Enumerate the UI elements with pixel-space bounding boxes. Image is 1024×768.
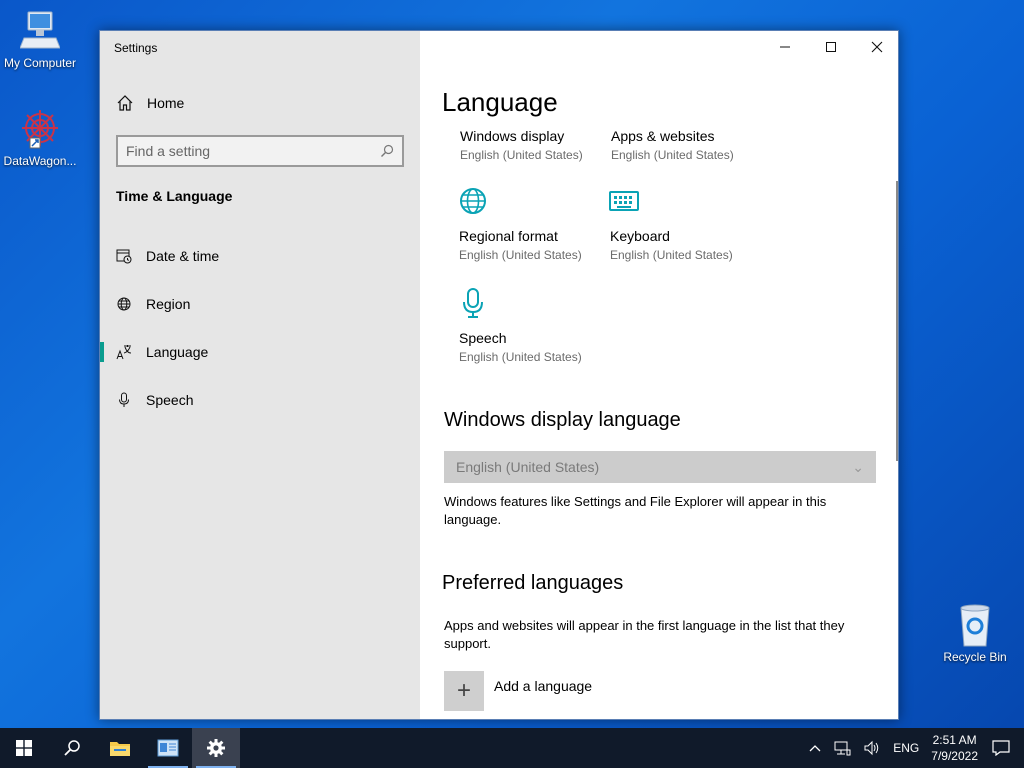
display-language-dropdown[interactable]: English (United States) ⌄: [444, 451, 876, 483]
tile-speech[interactable]: Speech English (United States): [459, 287, 609, 364]
sidebar-item-speech[interactable]: Speech: [100, 382, 420, 418]
taskbar-settings[interactable]: [192, 728, 240, 768]
taskbar-app[interactable]: [144, 728, 192, 768]
chevron-down-icon: ⌄: [852, 458, 864, 475]
network-button[interactable]: [827, 728, 857, 768]
sidebar-item-date-time[interactable]: Date & time: [100, 238, 420, 274]
home-icon: [117, 95, 133, 111]
clock[interactable]: 2:51 AM 7/9/2022: [925, 728, 984, 768]
tile-subtitle: English (United States): [459, 350, 582, 364]
desktop-icon-recycle-bin[interactable]: Recycle Bin: [935, 602, 1015, 664]
settings-window: Settings Home Find a setting Time & Lang…: [99, 30, 899, 720]
preferred-languages-heading: Preferred languages: [442, 572, 624, 594]
sidebar-item-label: Date & time: [146, 248, 220, 264]
search-button[interactable]: [48, 728, 96, 768]
tile-title: Speech: [459, 330, 507, 346]
close-button[interactable]: [854, 31, 898, 63]
microphone-icon: [116, 392, 132, 408]
clock-date: 7/9/2022: [931, 749, 978, 763]
sidebar-item-label: Region: [146, 296, 191, 312]
tile-subtitle: English (United States): [611, 148, 734, 162]
gear-icon: [207, 739, 225, 757]
caption-buttons: [762, 31, 898, 63]
microphone-icon: [463, 288, 483, 318]
dropdown-value: English (United States): [456, 459, 600, 475]
search-icon: [381, 144, 394, 157]
minimize-icon: [780, 46, 790, 48]
plus-icon: +: [444, 671, 484, 711]
display-language-description: Windows features like Settings and File …: [444, 494, 827, 527]
nav-home-label: Home: [147, 95, 185, 111]
clock-time: 2:51 AM: [932, 733, 977, 747]
tile-windows-display[interactable]: Windows display English (United States): [460, 128, 610, 162]
notification-icon: [992, 740, 1010, 756]
tile-subtitle: English (United States): [610, 248, 733, 262]
sidebar-item-label: Speech: [146, 392, 194, 408]
sidebar: Settings Home Find a setting Time & Lang…: [100, 31, 420, 719]
content-pane: Language Windows display English (United…: [420, 31, 898, 719]
keyboard-icon: [609, 191, 639, 211]
nav-home[interactable]: Home: [116, 94, 184, 112]
speaker-icon: [864, 740, 879, 756]
volume-button[interactable]: [857, 728, 887, 768]
close-icon: [871, 41, 883, 53]
globe-icon: [460, 188, 486, 214]
tile-subtitle: English (United States): [460, 148, 583, 162]
tile-regional-format[interactable]: Regional format English (United States): [459, 185, 609, 262]
windows-logo-icon: [16, 740, 32, 756]
desktop-icon-datawagon[interactable]: DataWagon...: [0, 106, 80, 168]
add-language-button[interactable]: + Add a language: [444, 671, 592, 711]
tile-keyboard[interactable]: Keyboard English (United States): [609, 185, 760, 262]
start-button[interactable]: [0, 728, 48, 768]
add-language-label: Add a language: [494, 678, 593, 694]
tile-title: Windows display: [460, 128, 565, 144]
network-icon: [834, 741, 851, 756]
sidebar-item-region[interactable]: Region: [100, 286, 420, 322]
globe-icon: [116, 296, 132, 312]
search-icon: [64, 740, 80, 756]
calendar-clock-icon: [116, 248, 132, 264]
desktop-icon-label: Recycle Bin: [943, 650, 1007, 664]
window-title: Settings: [114, 41, 158, 55]
maximize-icon: [826, 42, 836, 52]
folder-icon: [110, 742, 130, 756]
taskbar-file-explorer[interactable]: [96, 728, 144, 768]
system-tray: ENG 2:51 AM 7/9/2022: [803, 728, 1024, 768]
maximize-button[interactable]: [808, 31, 854, 63]
desktop-icon-my-computer[interactable]: My Computer: [0, 10, 80, 70]
language-icon: [116, 344, 132, 360]
section-title: Time & Language: [116, 188, 233, 204]
input-language-button[interactable]: ENG: [887, 728, 925, 768]
display-language-heading: Windows display language: [444, 409, 681, 431]
action-center-button[interactable]: [984, 728, 1024, 768]
computer-icon: [20, 11, 60, 49]
desktop-icon-label: DataWagon...: [3, 154, 77, 168]
desktop-icon-label: My Computer: [3, 56, 77, 70]
scrollbar[interactable]: [896, 181, 898, 461]
minimize-button[interactable]: [762, 31, 808, 63]
sidebar-item-label: Language: [146, 344, 209, 360]
tile-title: Keyboard: [610, 228, 670, 244]
app-window-icon: [157, 739, 179, 757]
search-placeholder: Find a setting: [126, 143, 211, 159]
show-hidden-icons-button[interactable]: [803, 728, 827, 768]
preferred-languages-description: Apps and websites will appear in the fir…: [444, 618, 845, 651]
tile-apps-websites[interactable]: Apps & websites English (United States): [611, 128, 761, 162]
datawagon-icon: [22, 110, 58, 149]
taskbar: ENG 2:51 AM 7/9/2022: [0, 728, 1024, 768]
chevron-up-icon: [809, 745, 821, 752]
tile-subtitle: English (United States): [459, 248, 582, 262]
tile-title: Regional format: [459, 228, 558, 244]
tile-title: Apps & websites: [611, 128, 715, 144]
page-title: Language: [442, 87, 558, 117]
recycle-bin-icon: [960, 604, 990, 647]
sidebar-item-language[interactable]: Language: [100, 334, 420, 370]
search-input[interactable]: Find a setting: [116, 135, 404, 167]
